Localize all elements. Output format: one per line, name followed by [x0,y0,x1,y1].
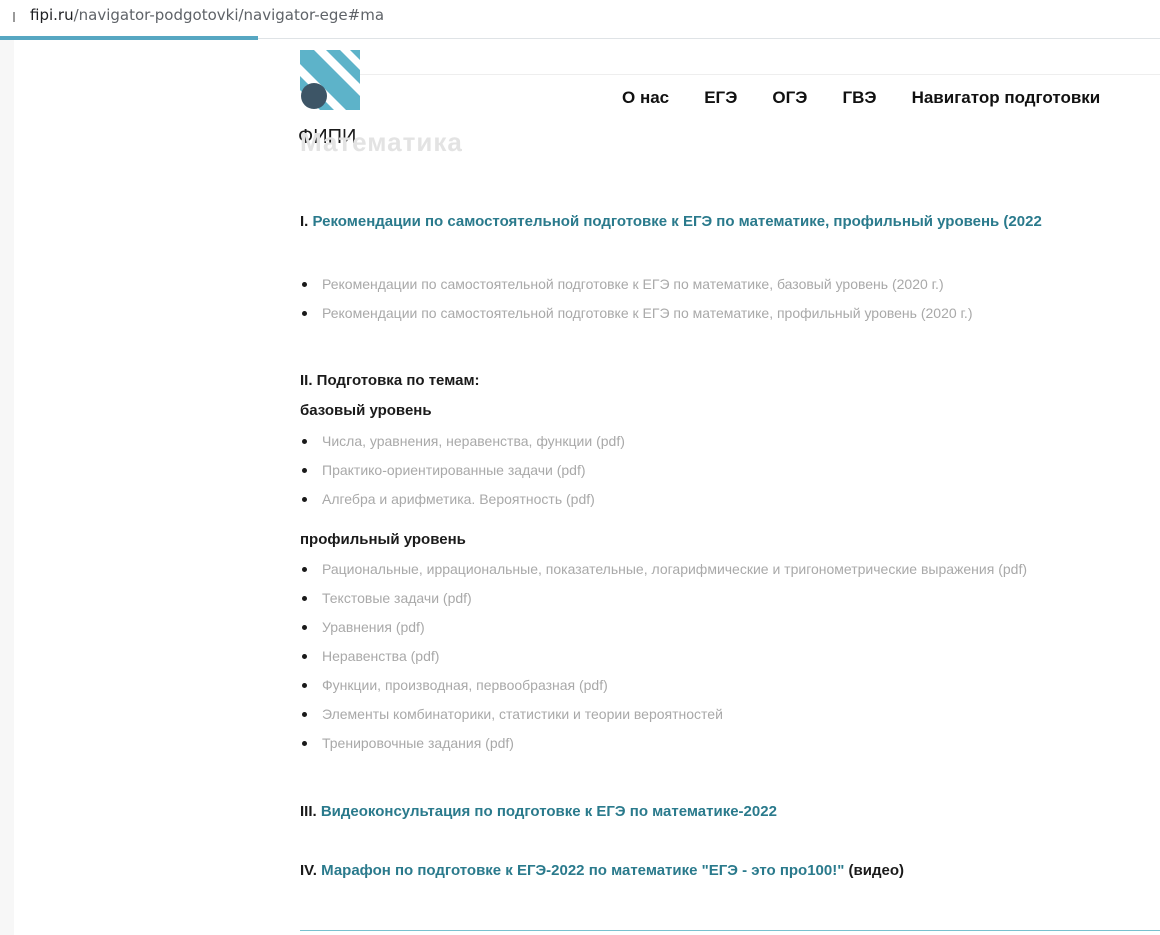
header-divider [300,74,1160,75]
list-item[interactable]: Алгебра и арифметика. Вероятность (pdf) [300,485,625,514]
section-4-num: IV. [300,862,317,879]
section-1-num: I. [300,213,309,230]
url-text[interactable]: fipi.ru/navigator-podgotovki/navigator-e… [30,6,384,24]
address-bar-edge [13,12,15,22]
list-item[interactable]: Тренировочные задания (pdf) [300,729,1027,758]
nav-navigator[interactable]: Навигатор подготовки [912,88,1101,107]
nav-gve[interactable]: ГВЭ [842,88,876,107]
section-2-heading: II. Подготовка по темам: [300,372,480,389]
nav-about[interactable]: О нас [622,88,669,107]
section-1-link[interactable]: Рекомендации по самостоятельной подготов… [313,213,1042,230]
list-item[interactable]: Рекомендации по самостоятельной подготов… [300,299,972,328]
footer-divider [300,930,1160,931]
page-load-track [258,38,1160,39]
section-4-suffix: (видео) [844,862,904,879]
profile-level-label: профильный уровень [300,531,466,548]
address-bar[interactable]: fipi.ru/navigator-podgotovki/navigator-e… [0,0,1160,36]
url-path: /navigator-podgotovki/navigator-ege#ma [73,6,385,24]
section-4-heading[interactable]: IV. Марафон по подготовке к ЕГЭ-2022 по … [300,862,904,879]
list-item[interactable]: Числа, уравнения, неравенства, функции (… [300,427,625,456]
list-item[interactable]: Элементы комбинаторики, статистики и тео… [300,700,1027,729]
basic-level-list: Числа, уравнения, неравенства, функции (… [300,427,625,514]
list-item[interactable]: Рациональные, иррациональные, показатель… [300,555,1027,584]
left-rail [0,40,14,935]
page-load-progress [0,36,258,40]
list-item[interactable]: Рекомендации по самостоятельной подготов… [300,270,972,299]
section-1-list: Рекомендации по самостоятельной подготов… [300,270,972,328]
basic-level-label: базовый уровень [300,402,432,419]
fipi-logo-icon [300,50,360,110]
url-domain: fipi.ru [30,6,74,24]
nav-ege[interactable]: ЕГЭ [704,88,737,107]
section-3-heading[interactable]: III. Видеоконсультация по подготовке к Е… [300,803,777,820]
list-item[interactable]: Текстовые задачи (pdf) [300,584,1027,613]
page-title: Математика [300,127,463,157]
nav-oge[interactable]: ОГЭ [772,88,807,107]
profile-level-list: Рациональные, иррациональные, показатель… [300,555,1027,758]
section-1-heading[interactable]: I. Рекомендации по самостоятельной подго… [300,213,1042,230]
main-nav: О нас ЕГЭ ОГЭ ГВЭ Навигатор подготовки [622,88,1130,108]
list-item[interactable]: Функции, производная, первообразная (pdf… [300,671,1027,700]
section-4-link[interactable]: Марафон по подготовке к ЕГЭ-2022 по мате… [321,862,844,879]
section-3-link[interactable]: Видеоконсультация по подготовке к ЕГЭ по… [321,803,777,820]
list-item[interactable]: Уравнения (pdf) [300,613,1027,642]
section-3-num: III. [300,803,317,820]
list-item[interactable]: Неравенства (pdf) [300,642,1027,671]
list-item[interactable]: Практико-ориентированные задачи (pdf) [300,456,625,485]
